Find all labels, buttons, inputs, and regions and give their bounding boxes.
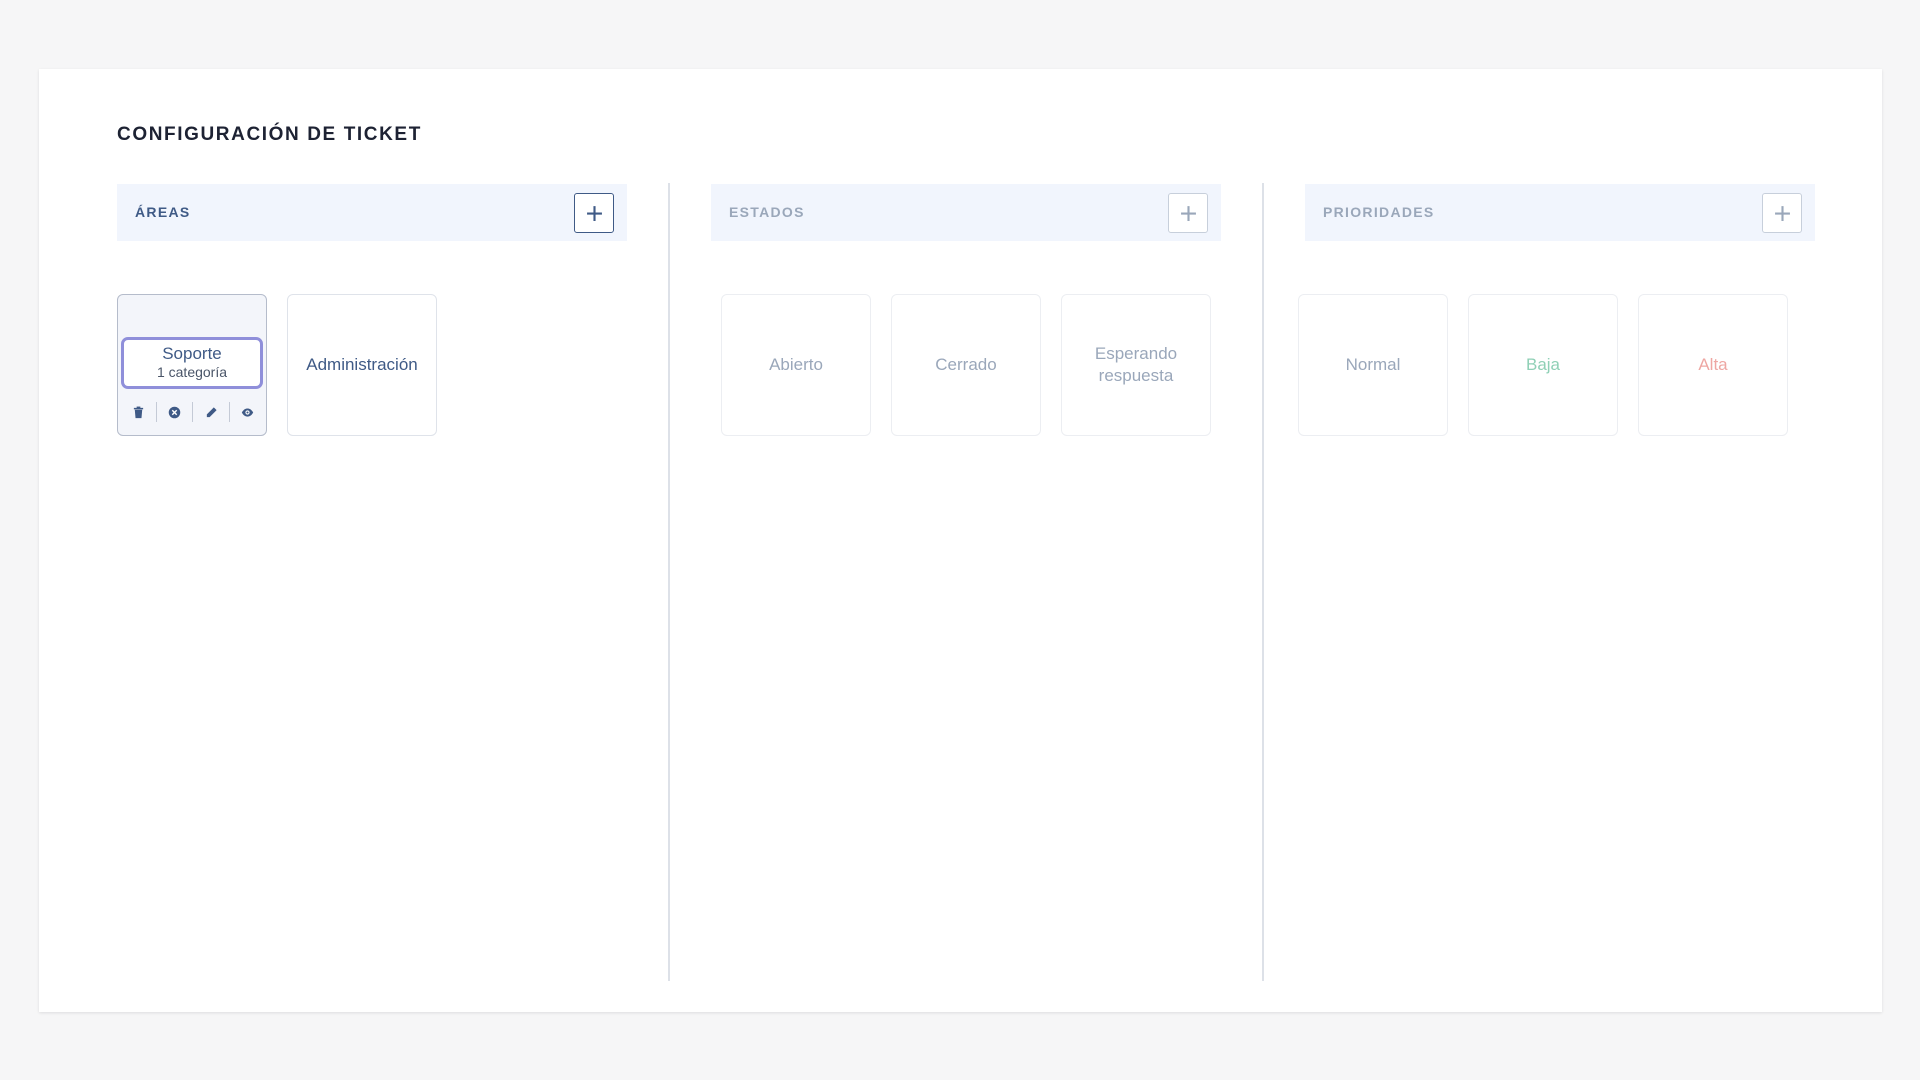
prioridades-header: PRIORIDADES <box>1305 184 1815 241</box>
area-tile-name: Administración <box>306 355 418 374</box>
cancel-circle-icon <box>168 406 181 418</box>
edit-button[interactable] <box>201 402 221 422</box>
estado-tile-name: Cerrado <box>935 355 997 374</box>
prioridad-tile-alta[interactable]: Alta <box>1638 294 1788 436</box>
area-tile-selected-label: Soporte 1 categoría <box>121 337 263 389</box>
view-button[interactable] <box>238 402 258 422</box>
eye-icon <box>242 407 254 417</box>
prioridad-tile-baja[interactable]: Baja <box>1468 294 1618 436</box>
pencil-icon <box>206 406 217 417</box>
action-separator <box>229 402 231 422</box>
area-tile-name: Soporte <box>162 344 222 363</box>
action-separator <box>155 402 157 422</box>
estado-tile-name: Esperando respuesta <box>1094 344 1178 385</box>
area-tile-subtitle: 1 categoría <box>156 364 228 380</box>
estado-tile-abierto[interactable]: Abierto <box>721 294 871 436</box>
action-separator <box>192 402 194 422</box>
areas-label: ÁREAS <box>135 204 191 220</box>
add-prioridad-button[interactable] <box>1762 193 1802 233</box>
prioridades-label: PRIORIDADES <box>1323 204 1435 220</box>
estado-tile-esperando-respuesta[interactable]: Esperando respuesta <box>1061 294 1211 436</box>
estados-header: ESTADOS <box>711 184 1221 241</box>
delete-button[interactable] <box>128 402 148 422</box>
plus-icon <box>1774 205 1790 221</box>
prioridad-tile-name: Normal <box>1345 355 1401 374</box>
plus-icon <box>1180 205 1196 221</box>
add-estado-button[interactable] <box>1168 193 1208 233</box>
prioridad-tile-name: Baja <box>1525 355 1561 374</box>
prioridad-tile-name: Alta <box>1698 355 1728 374</box>
plus-icon <box>586 205 602 221</box>
area-tile-soporte[interactable]: Soporte 1 categoría <box>117 294 267 436</box>
prioridad-tile-normal[interactable]: Normal <box>1298 294 1448 436</box>
estados-label: ESTADOS <box>729 204 805 220</box>
estado-tile-cerrado[interactable]: Cerrado <box>891 294 1041 436</box>
disable-button[interactable] <box>165 402 185 422</box>
area-tile-actions <box>128 402 258 422</box>
add-area-button[interactable] <box>574 193 614 233</box>
page-title: CONFIGURACIÓN DE TICKET <box>117 124 422 145</box>
estado-tile-name: Abierto <box>769 355 823 374</box>
trash-icon <box>133 406 143 418</box>
areas-header: ÁREAS <box>117 184 627 241</box>
column-divider <box>668 183 670 981</box>
column-divider <box>1262 183 1264 981</box>
area-tile-administracion[interactable]: Administración <box>287 294 437 436</box>
